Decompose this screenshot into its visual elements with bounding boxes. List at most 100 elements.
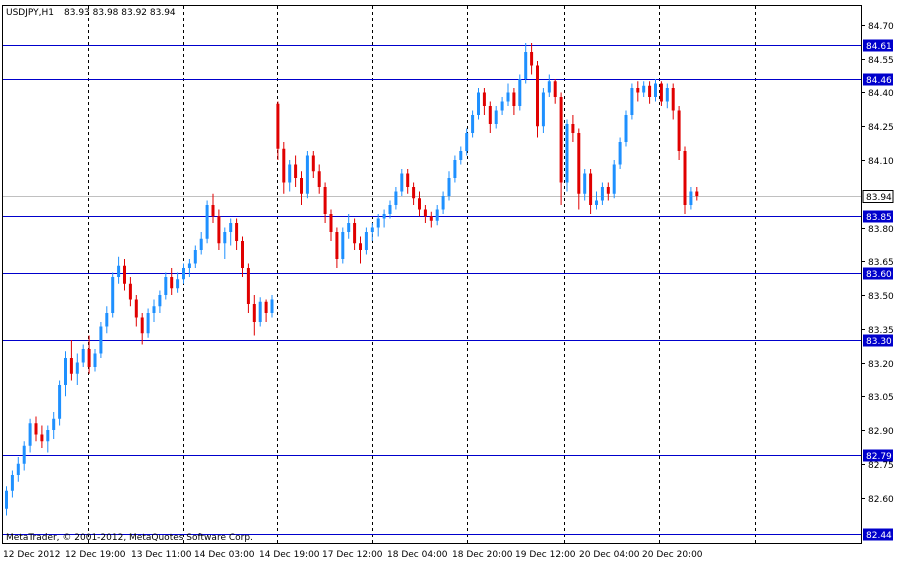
candle-body <box>359 243 362 250</box>
candle-body <box>176 279 180 289</box>
candle-body <box>264 301 268 313</box>
candle-body <box>412 187 416 199</box>
time-tick-label: 18 Dec 20:00 <box>452 550 513 560</box>
candle-body <box>241 241 244 268</box>
price-axis: 84.70 84.55 84.40 84.25 84.10 83.80 83.65 83.50… <box>861 22 894 505</box>
candle-body <box>400 173 404 192</box>
time-tick-label: 18 Dec 04:00 <box>387 550 448 560</box>
candle-body <box>435 209 439 221</box>
price-tick-label: 84.25 <box>868 123 894 133</box>
level-tag-label: 84.61 <box>866 42 892 52</box>
time-tick-label: 20 Dec 04:00 <box>579 550 640 560</box>
candle-body <box>512 92 516 106</box>
candle-body <box>217 216 221 244</box>
candle-body <box>418 198 421 210</box>
candle-body <box>506 92 510 102</box>
candle-body <box>459 151 463 160</box>
current-price-label: 83.94 <box>866 193 892 203</box>
candle-body <box>370 227 374 232</box>
candle-body <box>423 209 427 217</box>
candle-body <box>488 106 492 124</box>
level-tag-label: 84.46 <box>866 76 892 86</box>
time-axis: 12 Dec 2012 12 Dec 19:00 13 Dec 11:00 14 De… <box>3 550 703 560</box>
candle-body <box>87 349 91 367</box>
price-tick-label: 83.80 <box>868 225 894 235</box>
candle-body <box>81 349 85 363</box>
candle-body <box>565 124 569 183</box>
candle-body <box>69 358 73 374</box>
candle-body <box>252 304 256 322</box>
price-tick-label: 82.60 <box>868 495 894 505</box>
candle-body <box>164 277 168 295</box>
candle-body <box>441 196 445 210</box>
candle-body <box>618 142 622 165</box>
candle-body <box>229 223 233 232</box>
candle-body <box>323 187 327 214</box>
candle-body <box>111 277 115 313</box>
candle-body <box>453 160 457 178</box>
candle-body <box>536 65 539 127</box>
candle-body <box>665 88 669 102</box>
price-tick-label: 84.55 <box>868 56 894 66</box>
candle-body <box>182 268 185 280</box>
candle-body <box>689 191 693 205</box>
price-tick-label: 84.10 <box>868 157 894 167</box>
symbol-label: USDJPY,H1 <box>6 8 54 18</box>
candle-body <box>282 148 286 183</box>
candle-body <box>134 299 138 318</box>
candle-body <box>146 313 150 334</box>
level-tag-label: 82.44 <box>866 531 892 541</box>
candle-body <box>16 463 20 475</box>
candle-body <box>648 85 652 97</box>
candle-body <box>394 191 398 205</box>
time-tick-label: 17 Dec 12:00 <box>322 550 383 560</box>
candle-body <box>382 214 386 219</box>
price-tick-label: 82.75 <box>868 461 894 471</box>
candle-body <box>128 283 132 300</box>
candle-body <box>406 173 410 187</box>
time-tick-label: 12 Dec 2012 <box>3 550 61 560</box>
candle-body <box>589 173 593 205</box>
candle-body <box>447 178 451 196</box>
candle-body <box>270 299 274 313</box>
time-tick-label: 13 Dec 11:00 <box>131 550 192 560</box>
candle-body <box>341 232 345 259</box>
price-tick-label: 83.05 <box>868 393 894 403</box>
candle-body <box>500 101 504 111</box>
candle-body <box>34 423 38 435</box>
candle-body <box>654 83 657 97</box>
candle-body <box>559 97 563 183</box>
copyright-text: MetaTrader, © 2001-2012, MetaQuotes Soft… <box>6 533 253 543</box>
candle-body <box>335 232 339 259</box>
candle-body <box>246 268 250 304</box>
candle-body <box>695 191 699 196</box>
level-tag-label: 83.85 <box>866 213 892 223</box>
candle-body <box>10 475 14 491</box>
candle-body <box>258 301 262 322</box>
candle-body <box>105 313 109 327</box>
time-tick-label: 20 Dec 20:00 <box>642 550 703 560</box>
candle-body <box>223 232 227 244</box>
price-tick-label: 83.35 <box>868 326 894 336</box>
candle-body <box>636 88 640 93</box>
candle-body <box>58 385 62 419</box>
price-tick-label: 83.50 <box>868 292 894 302</box>
candle-body <box>547 81 551 93</box>
candle-body <box>471 115 475 133</box>
candle-body <box>494 110 498 124</box>
candle-body <box>276 103 280 149</box>
candle-body <box>388 205 392 214</box>
candle-body <box>28 423 32 446</box>
candle-body <box>541 92 545 127</box>
candle-body <box>612 164 616 194</box>
candlestick-chart: 84.6184.4683.8583.6083.3082.7982.4483.94… <box>2 5 894 560</box>
candle-body <box>659 83 663 102</box>
candle-body <box>577 133 581 194</box>
candle-body <box>52 418 56 430</box>
candle-body <box>364 232 368 250</box>
candle-body <box>235 223 239 241</box>
candle-body <box>671 88 675 111</box>
candle-body <box>624 115 628 142</box>
candle-body <box>22 445 26 464</box>
candle-body <box>117 265 121 277</box>
